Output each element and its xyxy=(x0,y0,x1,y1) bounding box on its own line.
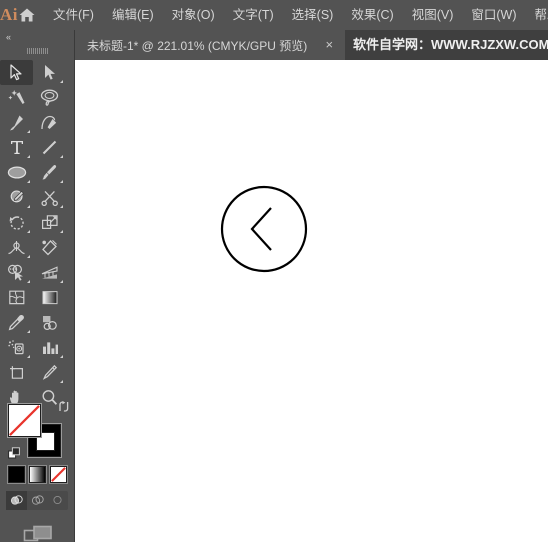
selection-tool[interactable] xyxy=(0,60,33,85)
menu-item-effect[interactable]: 效果(C) xyxy=(342,0,402,30)
direct-selection-tool[interactable] xyxy=(33,60,66,85)
shaper-tool[interactable] xyxy=(0,185,33,210)
tool-row xyxy=(0,260,74,285)
mesh-tool[interactable] xyxy=(0,285,33,310)
tool-flyout-indicator xyxy=(27,205,30,208)
tool-flyout-indicator xyxy=(60,180,63,183)
type-tool[interactable] xyxy=(0,135,33,160)
tool-row xyxy=(0,285,74,310)
tool-row xyxy=(0,235,74,260)
tool-flyout-indicator xyxy=(27,180,30,183)
fill-swatch[interactable] xyxy=(8,404,41,437)
tool-row xyxy=(0,335,74,360)
default-fill-stroke-icon[interactable] xyxy=(8,447,21,460)
screen-mode-button[interactable] xyxy=(0,518,75,542)
gradient-tool[interactable] xyxy=(33,285,66,310)
menu-item-select[interactable]: 选择(S) xyxy=(283,0,343,30)
tool-flyout-indicator xyxy=(60,155,63,158)
tool-flyout-indicator xyxy=(60,80,63,83)
watermark-text: 软件自学网：WWW.RJZXW.COM xyxy=(353,37,548,52)
artboard-tool[interactable] xyxy=(0,360,33,385)
color-controls xyxy=(0,400,75,542)
menu-item-type[interactable]: 文字(T) xyxy=(224,0,283,30)
blend-tool[interactable] xyxy=(33,310,66,335)
tool-flyout-indicator xyxy=(60,230,63,233)
eyedropper-tool[interactable] xyxy=(0,310,33,335)
symbol-sprayer-tool[interactable] xyxy=(0,335,33,360)
document-tab-active[interactable]: 未标题-1* @ 221.01% (CMYK/GPU 预览) × xyxy=(75,30,346,60)
tool-row xyxy=(0,85,74,110)
tools-panel-header: « xyxy=(0,30,74,44)
draw-normal-mode[interactable] xyxy=(6,491,27,510)
home-icon[interactable] xyxy=(18,0,36,30)
draw-behind-mode[interactable] xyxy=(27,491,48,510)
menu-item-file[interactable]: 文件(F) xyxy=(44,0,103,30)
tool-flyout-indicator xyxy=(27,255,30,258)
tool-flyout-indicator xyxy=(60,205,63,208)
color-mode-swatches xyxy=(8,466,75,483)
chevron-left-icon xyxy=(250,207,272,251)
tool-list xyxy=(0,58,74,410)
menu-item-edit[interactable]: 编辑(E) xyxy=(103,0,163,30)
menu-item-list: 文件(F) 编辑(E) 对象(O) 文字(T) 选择(S) 效果(C) 视图(V… xyxy=(44,0,548,30)
curvature-tool[interactable] xyxy=(33,110,66,135)
scissors-tool[interactable] xyxy=(33,185,66,210)
tool-flyout-indicator xyxy=(27,230,30,233)
menu-item-object[interactable]: 对象(O) xyxy=(163,0,224,30)
draw-inside-mode[interactable] xyxy=(47,491,68,510)
none-swatch[interactable] xyxy=(50,466,67,483)
menu-bar: Ai 文件(F) 编辑(E) 对象(O) 文字(T) 选择(S) 效果(C) 视… xyxy=(0,0,548,30)
document-tab-bar: 未标题-1* @ 221.01% (CMYK/GPU 预览) × 软件自学网：W… xyxy=(0,30,548,60)
scale-tool[interactable] xyxy=(33,210,66,235)
tool-flyout-indicator xyxy=(27,355,30,358)
line-segment-tool[interactable] xyxy=(33,135,66,160)
magic-wand-tool[interactable] xyxy=(0,85,33,110)
tool-row xyxy=(0,110,74,135)
tool-flyout-indicator xyxy=(60,280,63,283)
app-logo: Ai xyxy=(0,5,18,24)
shape-builder-tool[interactable] xyxy=(0,260,33,285)
rotate-tool[interactable] xyxy=(0,210,33,235)
column-graph-tool[interactable] xyxy=(33,335,66,360)
paintbrush-tool[interactable] xyxy=(33,160,66,185)
tool-row xyxy=(0,160,74,185)
tool-flyout-indicator xyxy=(27,155,30,158)
fill-stroke-controls xyxy=(8,400,75,462)
tool-row xyxy=(0,210,74,235)
menu-item-window[interactable]: 窗口(W) xyxy=(462,0,525,30)
document-canvas[interactable] xyxy=(75,60,548,542)
tool-flyout-indicator xyxy=(27,330,30,333)
free-transform-tool[interactable] xyxy=(33,235,66,260)
tool-row xyxy=(0,135,74,160)
close-icon[interactable]: × xyxy=(323,30,335,60)
tool-row xyxy=(0,360,74,385)
artwork-arrow-circle[interactable] xyxy=(75,60,548,542)
pen-tool[interactable] xyxy=(0,110,33,135)
tool-flyout-indicator xyxy=(60,355,63,358)
tool-row xyxy=(0,185,74,210)
collapse-panel-icon[interactable]: « xyxy=(6,32,11,42)
tool-flyout-indicator xyxy=(27,130,30,133)
tool-row xyxy=(0,60,74,85)
color-swatch[interactable] xyxy=(8,466,25,483)
tool-flyout-indicator xyxy=(60,380,63,383)
perspective-grid-tool[interactable] xyxy=(33,260,66,285)
gradient-swatch[interactable] xyxy=(29,466,46,483)
width-tool[interactable] xyxy=(0,235,33,260)
ellipse-tool[interactable] xyxy=(0,160,33,185)
document-tab-title: 未标题-1* @ 221.01% (CMYK/GPU 预览) xyxy=(87,38,308,53)
drawing-modes xyxy=(6,491,68,510)
menu-item-view[interactable]: 视图(V) xyxy=(403,0,463,30)
illustrator-window: Ai 文件(F) 编辑(E) 对象(O) 文字(T) 选择(S) 效果(C) 视… xyxy=(0,0,548,542)
tool-row xyxy=(0,310,74,335)
tools-panel: « xyxy=(0,30,75,542)
tool-flyout-indicator xyxy=(27,280,30,283)
circle-outline xyxy=(220,185,308,273)
tools-panel-drag-handle[interactable] xyxy=(0,44,74,58)
menu-item-help[interactable]: 帮助 xyxy=(526,0,548,30)
swap-fill-stroke-icon[interactable] xyxy=(57,400,71,414)
slice-tool[interactable] xyxy=(33,360,66,385)
lasso-tool[interactable] xyxy=(33,85,66,110)
